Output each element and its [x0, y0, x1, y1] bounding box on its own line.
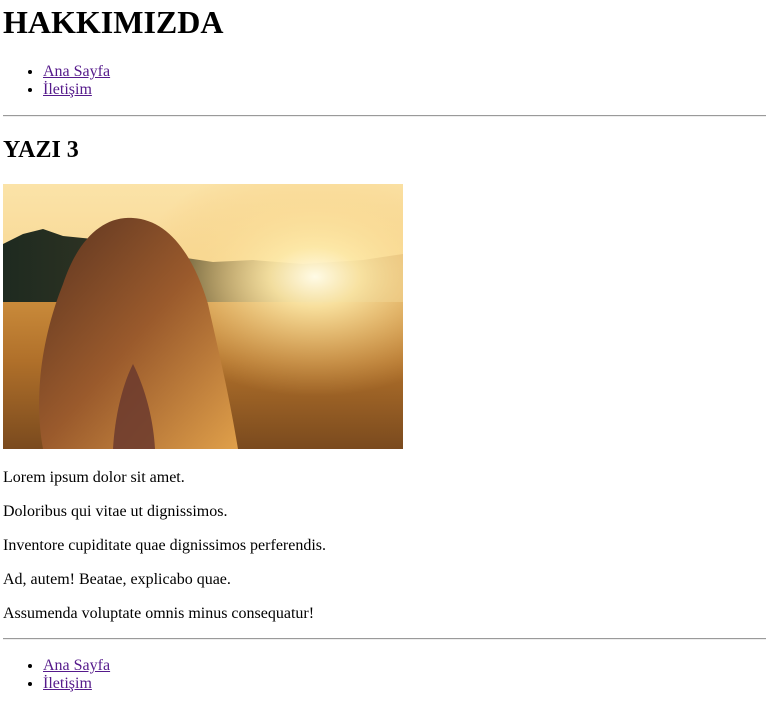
page-title: HAKKIMIZDA [3, 4, 224, 40]
header-nav-item-contact: İletişim [43, 81, 766, 99]
footer-divider [3, 638, 766, 640]
footer-nav-item-home: Ana Sayfa [43, 657, 766, 675]
header-link-contact[interactable]: İletişim [43, 81, 92, 98]
article-paragraph: Assumenda voluptate omnis minus consequa… [3, 605, 315, 622]
footer-link-home[interactable]: Ana Sayfa [43, 657, 110, 674]
article-paragraph: Doloribus qui vitae ut dignissimos. [3, 503, 228, 520]
footer-nav-item-contact: İletişim [43, 675, 766, 693]
header-nav: Ana Sayfa İletişim [3, 63, 766, 99]
article-image [3, 184, 403, 449]
sunset-field-photo [3, 184, 403, 449]
article-title: YAZI 3 [3, 137, 79, 163]
article-paragraph: Inventore cupiditate quae dignissimos pe… [3, 537, 327, 554]
footer-link-contact[interactable]: İletişim [43, 675, 92, 692]
header-link-home[interactable]: Ana Sayfa [43, 63, 110, 80]
header-divider [3, 115, 766, 117]
header-nav-item-home: Ana Sayfa [43, 63, 766, 81]
footer-nav: Ana Sayfa İletişim [3, 657, 766, 693]
article-paragraph: Lorem ipsum dolor sit amet. [3, 469, 185, 486]
article-paragraph: Ad, autem! Beatae, explicabo quae. [3, 571, 231, 588]
